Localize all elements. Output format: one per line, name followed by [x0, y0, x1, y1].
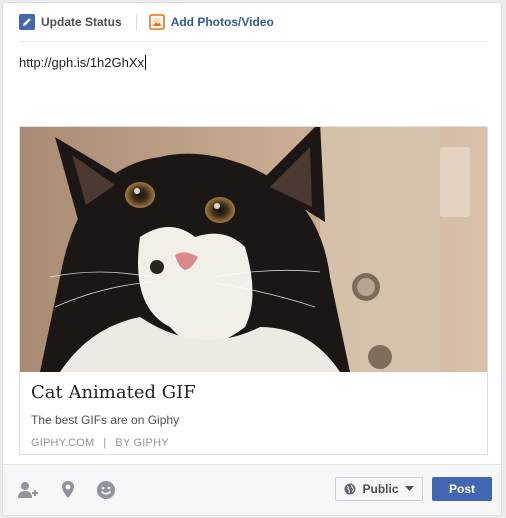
link-domain: GIPHY.COM: [31, 437, 95, 449]
composer-tabs: Update Status Add Photos/Video: [19, 3, 487, 42]
post-button[interactable]: Post: [432, 477, 492, 501]
tab-update-status-label: Update Status: [41, 15, 122, 29]
tab-add-photos[interactable]: Add Photos/Video: [148, 3, 274, 41]
chevron-down-icon: [404, 486, 414, 492]
cat-photo: [20, 127, 487, 372]
link-preview-text: Cat Animated GIF The best GIFs are on Gi…: [20, 372, 487, 449]
privacy-label: Public: [362, 482, 399, 496]
status-composer: Update Status Add Photos/Video http://gp…: [2, 2, 502, 516]
link-description: The best GIFs are on Giphy: [31, 413, 180, 427]
tab-add-photos-label: Add Photos/Video: [170, 15, 274, 29]
composer-footer: Public Post: [3, 464, 501, 515]
pencil-icon: [19, 14, 35, 30]
text-caret: [145, 55, 147, 70]
link-meta: GIPHY.COM | BY GIPHY: [31, 437, 476, 449]
photo-icon: [148, 14, 165, 30]
privacy-selector[interactable]: Public: [335, 477, 423, 501]
tab-divider: [135, 14, 137, 30]
location-pin-icon[interactable]: [57, 479, 79, 501]
link-title: Cat Animated GIF: [31, 382, 196, 403]
link-author: BY GIPHY: [115, 437, 169, 449]
status-text-value: http://gph.is/1h2GhXx: [19, 55, 145, 70]
tab-update-status[interactable]: Update Status: [19, 3, 122, 41]
tag-people-icon[interactable]: [17, 479, 39, 501]
meta-separator: |: [103, 437, 107, 449]
status-text-input[interactable]: http://gph.is/1h2GhXx: [19, 55, 487, 115]
link-preview-card[interactable]: Cat Animated GIF The best GIFs are on Gi…: [19, 126, 488, 455]
globe-icon: [344, 483, 356, 495]
smiley-icon[interactable]: [95, 479, 117, 501]
